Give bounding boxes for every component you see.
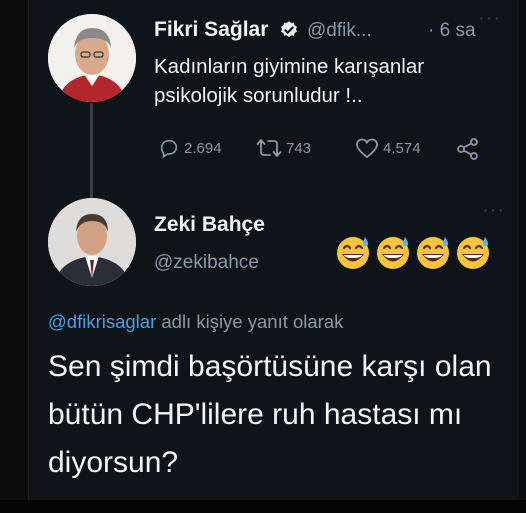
reply-author-handle[interactable]: @zekibahce [154,252,259,274]
original-author-handle[interactable]: @dfik... [307,20,372,42]
reply-context-text: adlı kişiye yanıt olarak [156,311,344,332]
bottom-edge [0,500,526,513]
retweet-icon [256,139,282,157]
reply-context: @dfikrisaglar adlı kişiye yanıt olarak [48,311,343,333]
grinning-sweat-emoji-icon [417,237,449,269]
heart-icon [356,138,378,159]
more-icon[interactable]: ··· [478,7,501,30]
reply-icon [160,139,178,159]
avatar-portrait-icon [48,198,136,286]
reply-tweet-text: Sen şimdi başörtüsüne karşı olan bütün C… [48,350,492,479]
original-tweet-line-1: Kadınların giyimine karışanlar [154,55,425,78]
verified-badge-icon [281,21,297,38]
reply-mention-link[interactable]: @dfikrisaglar [48,311,156,332]
original-author-name[interactable]: Fikri Sağlar [154,18,268,42]
grinning-sweat-emoji-icon [377,237,409,269]
zeki-bahce-avatar[interactable] [48,198,136,286]
original-tweet-text: Kadınların giyimine karışanlar psikoloji… [154,52,424,110]
retweet-action[interactable]: 743 [256,137,311,159]
like-count: 4.574 [383,139,421,157]
retweet-count: 743 [286,139,312,157]
emoji-row [334,233,492,271]
tweet-time[interactable]: · 6 sa [428,20,476,42]
reply-author-name[interactable]: Zeki Bahçe [154,213,265,237]
grinning-sweat-emoji-icon [337,237,369,269]
like-action[interactable]: 4.574 [355,137,421,159]
reply-count: 2.694 [184,139,222,157]
more-icon[interactable]: ··· [482,199,505,222]
share-action[interactable] [456,138,484,160]
avatar-portrait-icon [48,14,136,102]
fikri-saglar-avatar[interactable] [48,14,136,102]
reply-action[interactable]: 2.694 [158,137,222,159]
thread-line [90,103,93,200]
share-icon [457,138,478,160]
grinning-sweat-emoji-icon [457,237,489,269]
original-tweet-line-2: psikolojik sorunludur !.. [154,84,363,107]
